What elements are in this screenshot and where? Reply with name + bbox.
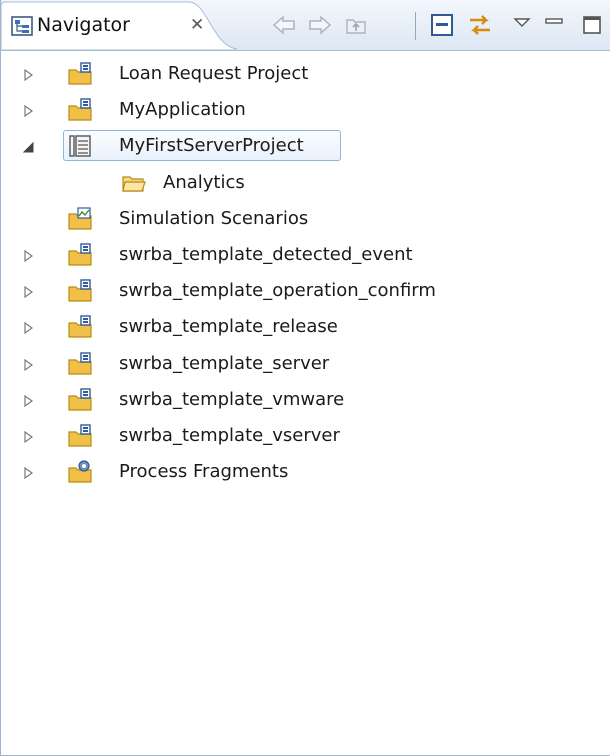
maximize-button[interactable] <box>579 12 605 38</box>
server-project-icon <box>67 133 93 159</box>
tree-item-label: swrba_template_vserver <box>119 425 340 446</box>
project-folder-icon <box>67 61 93 87</box>
minimize-button[interactable] <box>541 12 567 38</box>
simulation-folder-icon <box>67 206 93 232</box>
tree-item[interactable]: swrba_template_release <box>1 310 609 344</box>
tree-item-label: swrba_template_operation_confirm <box>119 280 436 301</box>
collapse-arrow-icon[interactable] <box>21 284 35 299</box>
tree-item[interactable]: Loan Request Project <box>1 57 609 91</box>
close-icon[interactable]: ✕ <box>190 15 204 35</box>
project-folder-icon <box>67 351 93 377</box>
collapse-arrow-icon[interactable] <box>21 429 35 444</box>
tree-item[interactable]: swrba_template_detected_event <box>1 238 609 272</box>
tree-item-label: Process Fragments <box>119 461 289 482</box>
collapse-all-button[interactable] <box>429 12 455 38</box>
tree-item[interactable]: swrba_template_vserver <box>1 419 609 453</box>
tree-item-label: MyFirstServerProject <box>119 135 304 156</box>
tree-item-label: MyApplication <box>119 99 246 120</box>
tree-item[interactable]: MyFirstServerProject <box>1 129 609 163</box>
collapse-all-icon <box>431 14 453 36</box>
navigator-view: Navigator ✕ Loan Request Project MyAppli… <box>0 0 610 756</box>
link-with-editor-icon <box>470 15 490 35</box>
toolbar-separator <box>415 12 416 40</box>
collapse-arrow-icon[interactable] <box>21 393 35 408</box>
folder-icon <box>121 170 147 196</box>
collapse-arrow-icon[interactable] <box>21 465 35 480</box>
collapse-arrow-icon[interactable] <box>21 67 35 82</box>
collapse-arrow-icon[interactable] <box>21 357 35 372</box>
tree-item[interactable]: swrba_template_operation_confirm <box>1 274 609 308</box>
up-button[interactable] <box>343 12 369 38</box>
project-folder-icon <box>67 278 93 304</box>
project-folder-icon <box>67 314 93 340</box>
view-menu-icon <box>513 18 531 27</box>
navigator-icon <box>11 16 33 36</box>
tree-item-label: swrba_template_release <box>119 316 338 337</box>
project-folder-icon <box>67 387 93 413</box>
tree-item[interactable]: Analytics <box>1 166 609 200</box>
tree-item-label: Analytics <box>163 172 245 193</box>
tree-item-label: swrba_template_detected_event <box>119 244 413 265</box>
forward-button[interactable] <box>307 12 333 38</box>
project-folder-icon <box>67 423 93 449</box>
up-folder-icon <box>346 19 366 34</box>
back-button[interactable] <box>271 12 297 38</box>
tree-item-label: Simulation Scenarios <box>119 208 309 229</box>
project-folder-icon <box>67 97 93 123</box>
tree-item[interactable]: swrba_template_server <box>1 347 609 381</box>
back-arrow-icon <box>272 15 295 35</box>
view-tab-bar: Navigator ✕ <box>1 0 610 51</box>
tree-item[interactable]: Simulation Scenarios <box>1 202 609 236</box>
tree-item-label: Loan Request Project <box>119 63 309 84</box>
tree-item[interactable]: swrba_template_vmware <box>1 383 609 417</box>
expand-arrow-icon[interactable] <box>21 139 35 153</box>
maximize-icon <box>583 16 601 34</box>
tree-item[interactable]: MyApplication <box>1 93 609 127</box>
collapse-arrow-icon[interactable] <box>21 320 35 335</box>
collapse-arrow-icon[interactable] <box>21 103 35 118</box>
process-fragments-icon <box>67 459 93 485</box>
forward-arrow-icon <box>309 15 332 35</box>
minimize-icon <box>545 18 563 24</box>
tree-item-label: swrba_template_vmware <box>119 389 345 410</box>
tree-item-label: swrba_template_server <box>119 353 330 374</box>
navigator-tab[interactable]: Navigator ✕ <box>1 0 237 50</box>
project-folder-icon <box>67 242 93 268</box>
link-with-editor-button[interactable] <box>467 12 493 38</box>
tab-title: Navigator <box>37 14 130 36</box>
collapse-arrow-icon[interactable] <box>21 248 35 263</box>
view-menu-button[interactable] <box>509 12 535 38</box>
tree-item[interactable]: Process Fragments <box>1 455 609 489</box>
